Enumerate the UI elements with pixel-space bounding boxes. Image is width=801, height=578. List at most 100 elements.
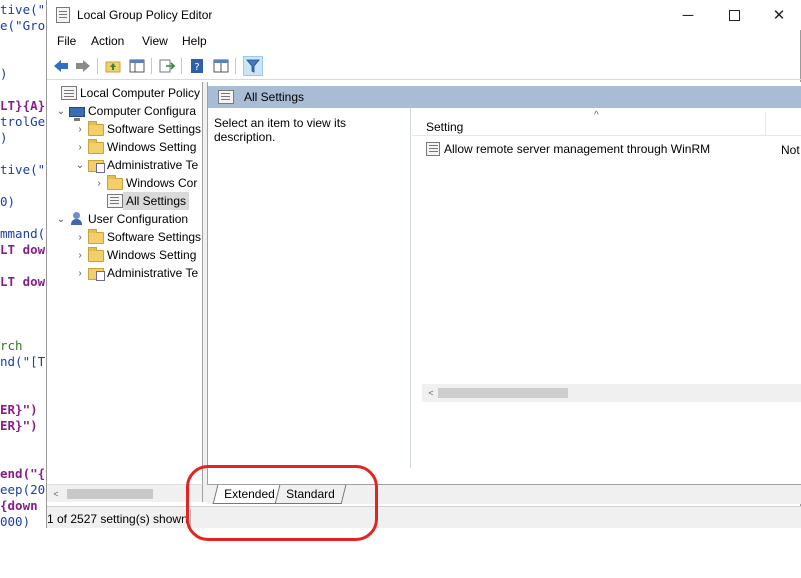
tree-item[interactable]: ⌄ User Configuration: [57, 210, 191, 228]
tree-item-label: Software Settings: [107, 230, 202, 244]
list-horizontal-scrollbar[interactable]: <: [422, 384, 801, 402]
close-button[interactable]: ✕: [756, 0, 801, 30]
code-line: LT}{A}: [0, 98, 46, 113]
tree-item-label: Windows Cor: [126, 176, 198, 190]
help-icon: ?: [191, 59, 203, 73]
expand-chevron-icon[interactable]: ›: [74, 138, 86, 156]
code-line: ): [0, 66, 8, 81]
tree-horizontal-scrollbar[interactable]: <: [47, 484, 203, 502]
background-code-editor: tive("[Ce("Grou) LT}{A}trolGetF) tive("[T 0…: [0, 0, 46, 578]
tree-item[interactable]: › Windows Cor: [97, 174, 200, 192]
expand-chevron-icon[interactable]: ›: [74, 120, 86, 138]
title-bar: Local Group Policy Editor ─ ✕: [47, 0, 801, 30]
tree-item[interactable]: All Settings: [107, 192, 190, 210]
tree-item[interactable]: ⌄ Administrative Te: [76, 156, 201, 174]
menu-file[interactable]: File: [57, 34, 76, 48]
list-item[interactable]: Allow remote server management through W…: [426, 140, 801, 158]
toolbar: ?: [47, 52, 801, 80]
tree-item[interactable]: › Software Settings: [78, 228, 202, 246]
filter-button[interactable]: [243, 56, 263, 76]
scroll-thumb[interactable]: [438, 388, 568, 398]
minimize-button[interactable]: ─: [665, 0, 711, 30]
code-line: {down: [0, 498, 38, 513]
code-line: LT dow: [0, 274, 46, 289]
setting-name: Allow remote server management through W…: [444, 142, 711, 156]
code-line: 000): [0, 514, 31, 529]
menu-bar: File Action View Help: [47, 30, 801, 52]
console-tree-icon: [129, 59, 145, 73]
tree-item-label: User Configuration: [88, 212, 189, 226]
tree-item[interactable]: › Windows Setting: [78, 138, 199, 156]
menu-action[interactable]: Action: [91, 34, 124, 48]
app-icon: [56, 7, 70, 23]
scroll-left-arrow[interactable]: <: [49, 487, 63, 501]
collapse-chevron-icon[interactable]: ⌄: [55, 102, 67, 120]
column-header-setting[interactable]: ^ Setting: [412, 110, 801, 136]
maximize-button[interactable]: [711, 0, 757, 30]
admin-templates-icon: [88, 267, 105, 281]
column-title-setting: Setting: [426, 120, 464, 134]
extended-view-icon: [213, 59, 229, 73]
scroll-thumb[interactable]: [67, 489, 153, 499]
svg-text:?: ?: [194, 62, 199, 73]
code-line: tive("[C: [0, 2, 46, 17]
code-line: tive("[T: [0, 162, 46, 177]
toolbar-separator: [235, 58, 236, 74]
description-text: Select an item to view its description.: [214, 116, 347, 144]
tree-item-label: Computer Configura: [88, 104, 197, 118]
tree-item[interactable]: › Windows Setting: [78, 246, 199, 264]
tree-item-label: Software Settings: [107, 122, 202, 136]
expand-chevron-icon[interactable]: ›: [74, 246, 86, 264]
forward-button[interactable]: [73, 56, 93, 76]
gpedit-window: Local Group Policy Editor ─ ✕ File Actio…: [46, 0, 801, 528]
tree-item[interactable]: › Software Settings: [78, 120, 202, 138]
menu-help[interactable]: Help: [182, 34, 207, 48]
code-line: ER}"): [0, 402, 38, 417]
status-text: 1 of 2527 setting(s) shown: [47, 512, 188, 526]
settings-list: ^ Setting Allow remote server management…: [412, 108, 801, 468]
all-settings-icon: [107, 194, 123, 208]
code-line: LT dow: [0, 242, 46, 257]
setting-state: Not: [781, 143, 800, 157]
back-button[interactable]: [51, 56, 71, 76]
window-title: Local Group Policy Editor: [77, 8, 213, 22]
column-divider[interactable]: [765, 112, 766, 136]
status-bar: 1 of 2527 setting(s) shown: [47, 506, 801, 528]
tree-item-label: All Settings: [123, 192, 190, 210]
red-highlight-annotation: [186, 465, 378, 541]
show-tree-button[interactable]: [127, 56, 147, 76]
up-folder-button[interactable]: [103, 56, 123, 76]
expand-chevron-icon[interactable]: ›: [93, 174, 105, 192]
code-line: rch: [0, 338, 23, 353]
policy-setting-icon: [426, 142, 440, 156]
collapse-chevron-icon[interactable]: ⌄: [74, 156, 86, 174]
tree-item[interactable]: Local Computer Policy: [61, 84, 202, 102]
sort-ascending-icon: ^: [594, 110, 599, 121]
code-line: trolGetF: [0, 114, 46, 129]
tree-item[interactable]: ⌄ Computer Configura: [57, 102, 199, 121]
expand-chevron-icon[interactable]: ›: [74, 264, 86, 282]
toolbar-separator: [97, 58, 98, 74]
code-line: end("{ta: [0, 466, 46, 481]
code-line: ER}"): [0, 418, 38, 433]
menu-view[interactable]: View: [142, 34, 168, 48]
folder-icon: [88, 228, 104, 244]
code-line: 0): [0, 194, 16, 209]
code-line: ): [0, 130, 8, 145]
scroll-left-arrow[interactable]: <: [424, 386, 438, 400]
computer-icon: [69, 106, 85, 121]
help-button[interactable]: ?: [187, 56, 207, 76]
collapse-chevron-icon[interactable]: ⌄: [55, 210, 67, 228]
admin-templates-icon: [88, 159, 105, 173]
properties-view-button[interactable]: [211, 56, 231, 76]
description-panel: Select an item to view its description.: [208, 108, 411, 468]
folder-icon: [88, 138, 104, 154]
details-pane: All Settings Select an item to view its …: [207, 82, 801, 484]
tree-item-label: Windows Setting: [107, 248, 197, 262]
tree-item-label: Administrative Te: [107, 158, 199, 172]
folder-icon: [107, 174, 123, 190]
expand-chevron-icon[interactable]: ›: [74, 228, 86, 246]
console-tree: Local Computer Policy ⌄ Computer Configura…: [47, 82, 203, 502]
export-list-button[interactable]: [157, 56, 177, 76]
tree-item[interactable]: › Administrative Te: [78, 264, 201, 282]
